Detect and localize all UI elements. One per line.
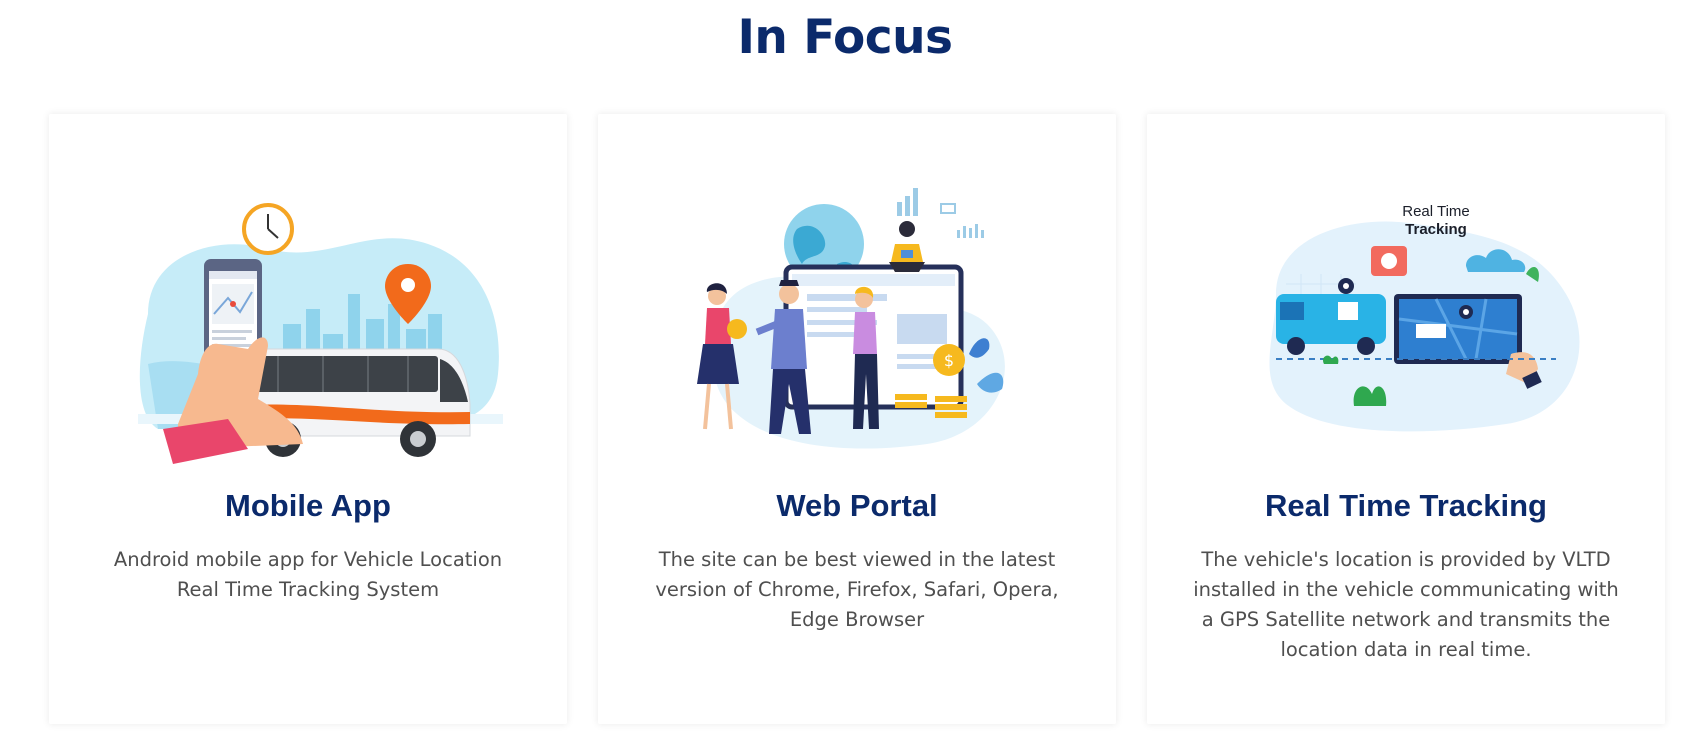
svg-text:Tracking: Tracking (1405, 221, 1467, 238)
card-title: Web Portal (776, 488, 938, 523)
card-mobile-app[interactable]: Mobile App Android mobile app for Vehicl… (49, 114, 567, 724)
svg-text:Real Time: Real Time (1402, 203, 1470, 220)
web-portal-team-illustration: $ (697, 188, 1005, 449)
card-web-portal[interactable]: $ Web Portal The site can be best viewed… (598, 114, 1116, 724)
section-title: In Focus (737, 10, 953, 65)
card-title: Real Time Tracking (1265, 488, 1547, 523)
card-real-time-tracking[interactable]: Real Time Tracking Real Time Tracking Th… (1147, 114, 1665, 724)
card-description: Android mobile app for Vehicle Location … (113, 548, 503, 601)
card-description: The site can be best viewed in the lates… (655, 548, 1059, 631)
mobile-app-bus-illustration (138, 203, 503, 464)
real-time-tracking-illustration: Real Time Tracking (1269, 203, 1580, 432)
svg-text:$: $ (944, 351, 954, 370)
card-description: The vehicle's location is provided by VL… (1193, 548, 1619, 661)
card-title: Mobile App (225, 488, 391, 523)
